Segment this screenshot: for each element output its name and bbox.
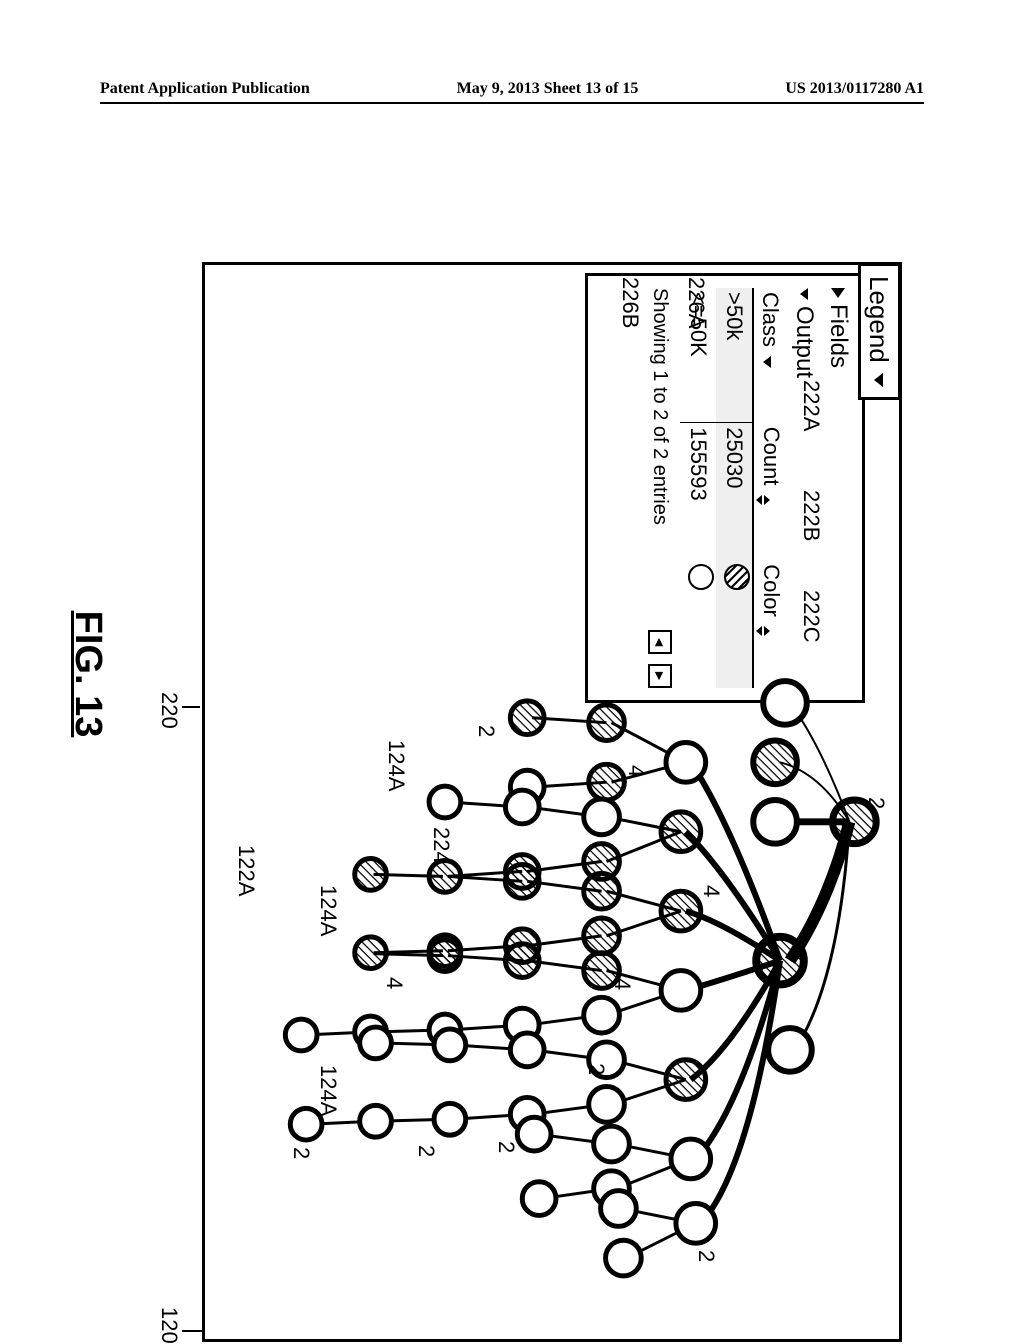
node-count: 4 <box>381 977 407 989</box>
node-count: 4 <box>698 885 724 897</box>
node-count: 2 <box>583 1063 609 1075</box>
ref-222C: 222C <box>798 590 824 643</box>
ref-226B: 226B <box>617 277 643 328</box>
ref-120: 120 <box>156 1307 182 1344</box>
ref-226A: 226A <box>683 277 709 328</box>
node-count: 2 <box>413 1145 439 1157</box>
ref-224: 224 <box>428 827 454 864</box>
ref-220: 220 <box>156 692 182 729</box>
ref-222A: 222A <box>798 380 824 431</box>
tree-diagram <box>205 265 899 1339</box>
legend-tab[interactable]: Legend <box>858 263 901 400</box>
chevron-down-icon <box>874 373 883 387</box>
node-count: 2 <box>288 1147 314 1159</box>
node-count: 2 <box>473 725 499 737</box>
node-count: 2 <box>693 1250 719 1262</box>
header-right: US 2013/0117280 A1 <box>785 80 924 98</box>
node-count: 4 <box>623 765 649 777</box>
ref-124A: 124A <box>315 1065 341 1116</box>
node-count: 2 <box>493 1141 519 1153</box>
figure-caption: FIG. 13 <box>66 262 109 1086</box>
ref-122A: 122A <box>233 845 259 896</box>
legend-label: Legend <box>863 276 894 363</box>
node-count: 2 <box>863 797 889 809</box>
leader-line <box>182 1330 202 1332</box>
header-center: May 9, 2013 Sheet 13 of 15 <box>457 80 639 98</box>
ref-124A: 124A <box>315 885 341 936</box>
node-count: 4 <box>609 978 635 990</box>
figure-area: Legend Fields Output <box>100 134 924 1214</box>
header-left: Patent Application Publication <box>100 80 310 98</box>
leader-line <box>182 706 200 708</box>
ref-124A: 124A <box>383 740 409 791</box>
diagram-frame: Legend Fields Output <box>202 262 902 1342</box>
ref-222B: 222B <box>798 490 824 541</box>
